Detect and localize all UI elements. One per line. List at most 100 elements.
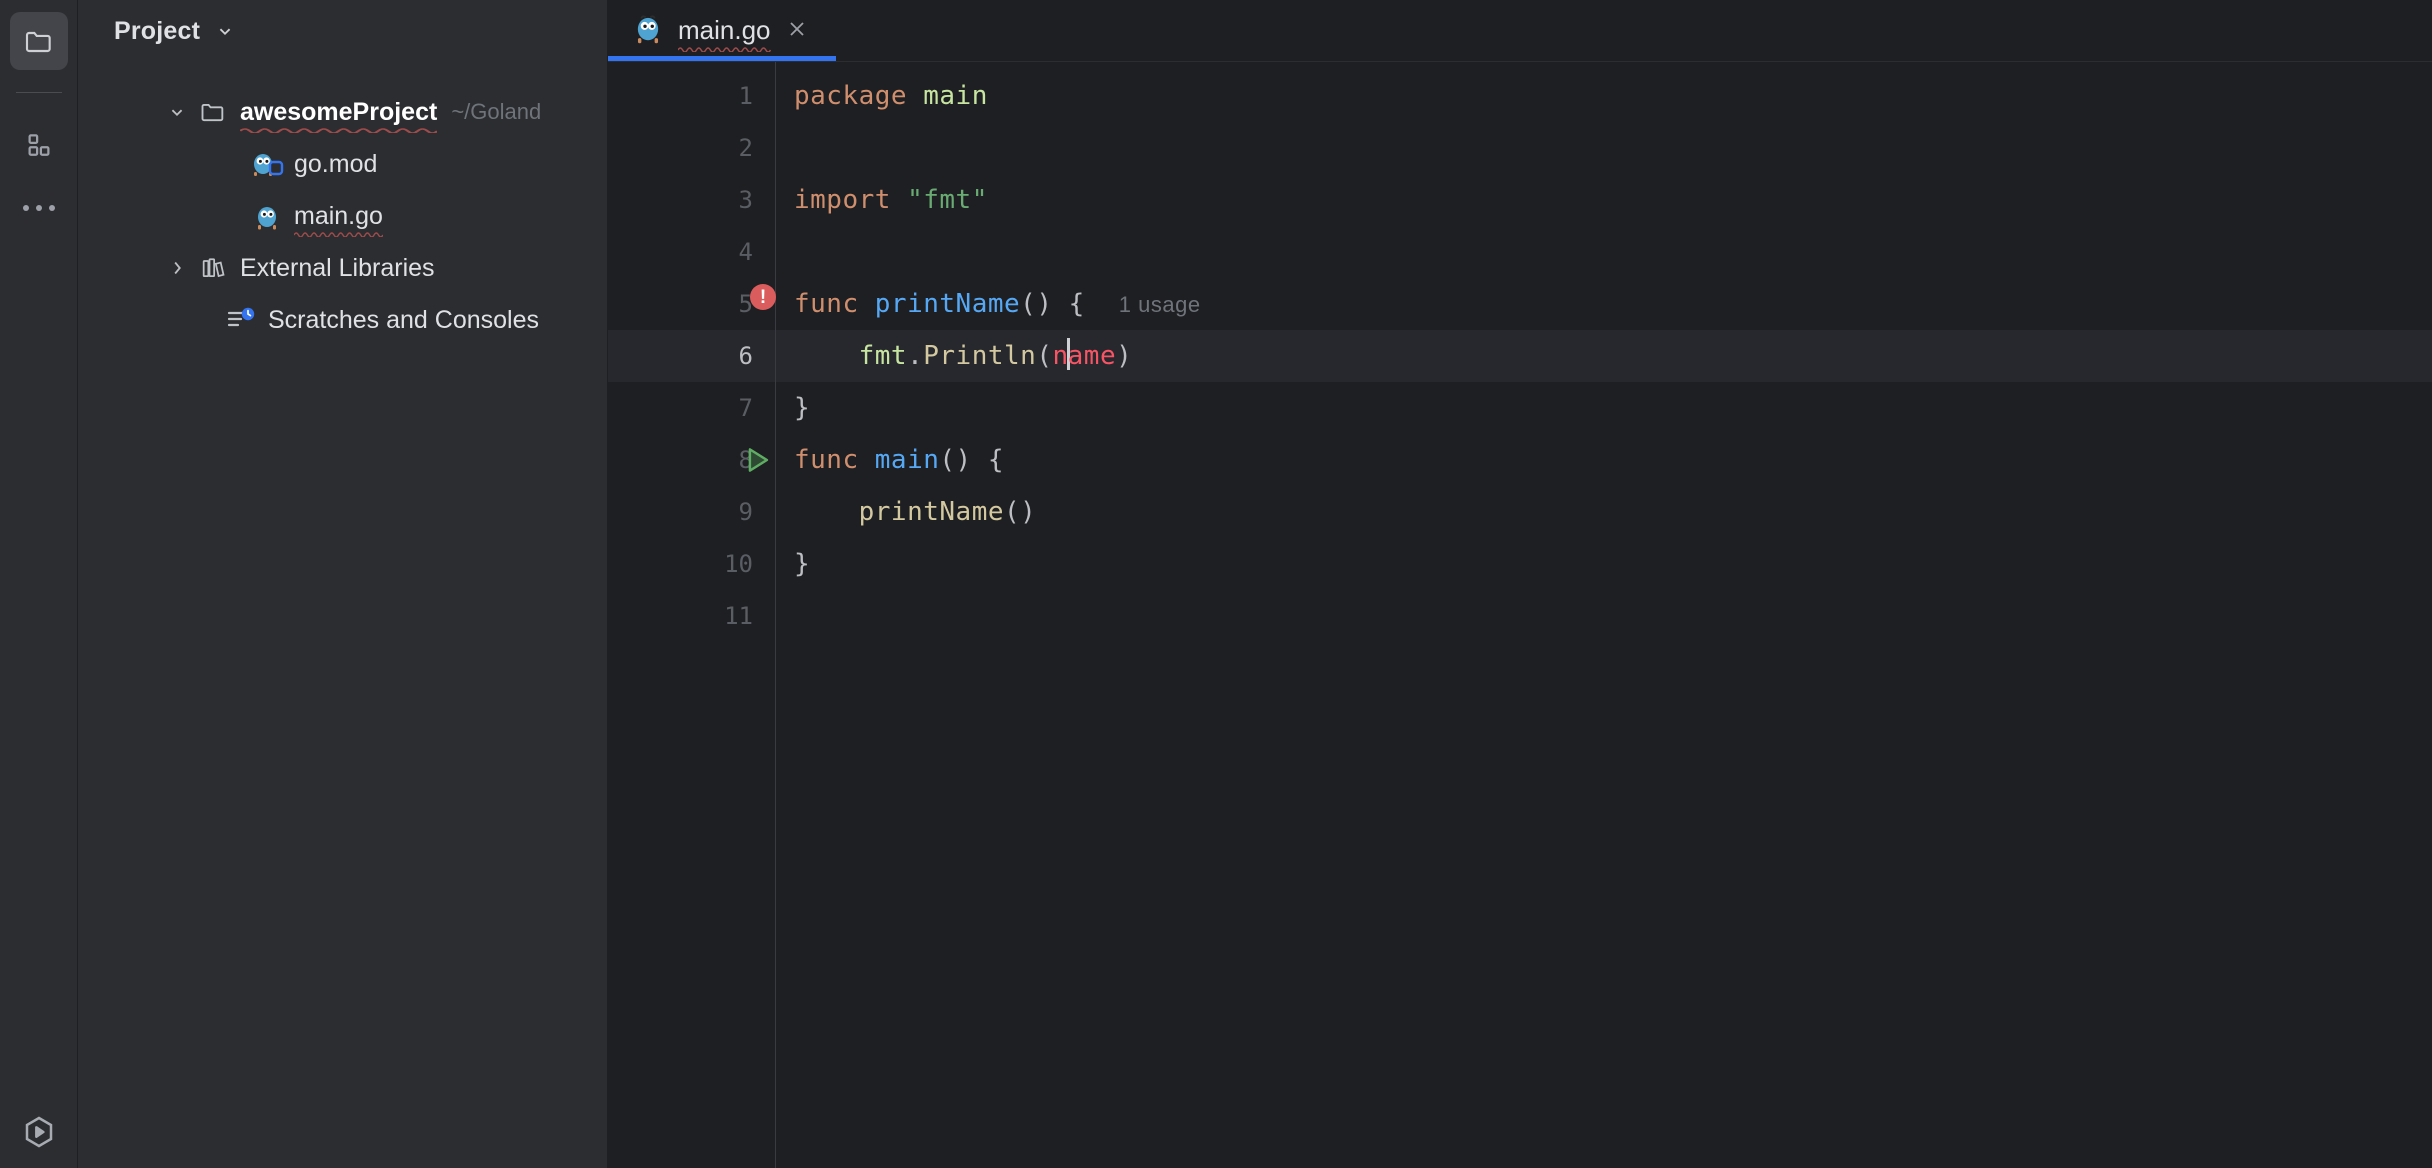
project-panel-header: Project <box>78 0 607 62</box>
code-token: ( <box>1036 341 1052 371</box>
code-token: } <box>794 393 810 423</box>
chevron-down-icon[interactable] <box>214 20 236 42</box>
code-token: import <box>794 185 891 215</box>
line-number: 9 <box>739 486 753 538</box>
code-line[interactable] <box>776 590 2432 642</box>
code-token: } <box>794 549 810 579</box>
tree-item-external-libraries[interactable]: External Libraries <box>78 242 607 294</box>
code-token: main <box>875 445 940 475</box>
run-play-icon[interactable] <box>740 443 774 477</box>
line-number: 1 <box>739 70 753 122</box>
code-token: () { <box>1020 289 1085 319</box>
code-token: func <box>794 445 859 475</box>
go-file-icon <box>248 201 286 231</box>
tree-item-path: ~/Goland <box>451 99 541 125</box>
tree-item-label: main.go <box>294 202 383 230</box>
chevron-down-icon[interactable] <box>160 101 194 123</box>
tree-item-awesomeproject[interactable]: awesomeProject ~/Goland <box>78 86 607 138</box>
code-token: () { <box>939 445 1004 475</box>
hexagon-play-icon <box>19 1112 59 1152</box>
code-line[interactable] <box>776 122 2432 174</box>
scratches-icon <box>222 307 260 333</box>
code-token: fmt <box>859 341 907 371</box>
code-token: "fmt" <box>907 185 988 215</box>
go-module-icon <box>248 149 286 179</box>
line-number: 2 <box>739 122 753 174</box>
project-tool-window: Project awesomeProject <box>78 0 608 1168</box>
tab-main-go[interactable]: main.go <box>608 0 835 61</box>
code-line[interactable]: } <box>776 538 2432 590</box>
tree-item-scratches-and-consoles[interactable]: Scratches and Consoles <box>78 294 607 346</box>
tree-item-label: Scratches and Consoles <box>268 306 539 335</box>
code-line[interactable]: printName() <box>776 486 2432 538</box>
project-tree: awesomeProject ~/Goland <box>78 62 607 346</box>
code-line[interactable]: } <box>776 382 2432 434</box>
error-badge-icon[interactable]: ! <box>750 284 776 310</box>
code-token: main <box>923 81 988 111</box>
code-token: printName <box>859 497 1004 527</box>
line-number: 4 <box>739 226 753 278</box>
project-tool-window-button[interactable] <box>10 12 68 70</box>
ellipsis-icon <box>23 205 29 211</box>
editor-area: main.go 1234567891011 ! <box>608 0 2432 1168</box>
activity-bar-separator <box>16 92 62 93</box>
code-token <box>907 81 923 111</box>
code-text-area[interactable]: package mainimport "fmt"func printName()… <box>776 62 2432 1168</box>
code-token: printName <box>875 289 1020 319</box>
tree-item-main-go[interactable]: main.go <box>78 190 607 242</box>
code-token <box>859 289 875 319</box>
tab-label: main.go <box>678 15 771 46</box>
more-tool-windows-button[interactable] <box>10 179 68 237</box>
code-token: ) <box>1116 341 1132 371</box>
run-widget-button[interactable] <box>0 1112 78 1152</box>
line-number: 6 <box>739 330 753 382</box>
code-line[interactable]: func printName() { 1 usage <box>776 278 2432 330</box>
commit-tool-window-button[interactable] <box>10 117 68 175</box>
code-line[interactable]: func main() { <box>776 434 2432 486</box>
line-number: 10 <box>724 538 753 590</box>
inlay-hint-usages[interactable]: 1 usage <box>1119 292 1201 317</box>
line-number: 11 <box>724 590 753 642</box>
editor-gutter[interactable]: 1234567891011 ! <box>608 62 776 1168</box>
page-title: Project <box>114 17 200 46</box>
spellcheck-squiggle-icon <box>294 231 383 237</box>
activity-bar <box>0 0 78 1168</box>
folder-icon <box>194 98 232 126</box>
tree-item-label: go.mod <box>294 150 377 179</box>
code-token <box>794 341 859 371</box>
go-file-icon <box>632 12 664 49</box>
tree-item-label: awesomeProject <box>240 98 437 126</box>
line-number: 5 <box>739 278 753 330</box>
editor-tab-strip: main.go <box>608 0 2432 62</box>
line-number: 3 <box>739 174 753 226</box>
line-number: 7 <box>739 382 753 434</box>
ellipsis-icon <box>36 205 42 211</box>
code-line[interactable] <box>776 226 2432 278</box>
code-token: . <box>907 341 923 371</box>
spellcheck-squiggle-icon <box>240 127 437 133</box>
code-token: Println <box>923 341 1036 371</box>
code-line[interactable]: fmt.Println(name) <box>776 330 2432 382</box>
code-token: package <box>794 81 907 111</box>
goland-window: Project awesomeProject <box>0 0 2432 1168</box>
spellcheck-squiggle-icon <box>678 46 771 52</box>
code-token <box>891 185 907 215</box>
tree-item-go-mod[interactable]: go.mod <box>78 138 607 190</box>
code-token <box>859 445 875 475</box>
code-line[interactable]: import "fmt" <box>776 174 2432 226</box>
active-tab-indicator <box>608 56 836 61</box>
ellipsis-icon <box>49 205 55 211</box>
folder-icon <box>23 25 55 57</box>
code-token: () <box>1004 497 1036 527</box>
code-editor: 1234567891011 ! package mainimport "fmt"… <box>608 62 2432 1168</box>
chevron-right-icon[interactable] <box>160 257 194 279</box>
library-icon <box>194 254 232 282</box>
grid-blocks-icon <box>24 131 54 161</box>
code-token: func <box>794 289 859 319</box>
tree-item-label: External Libraries <box>240 254 435 283</box>
code-line[interactable]: package main <box>776 70 2432 122</box>
code-token: ame <box>1068 341 1116 371</box>
tab-title: main.go <box>678 15 771 45</box>
code-token <box>794 497 859 527</box>
close-icon[interactable] <box>785 17 809 45</box>
